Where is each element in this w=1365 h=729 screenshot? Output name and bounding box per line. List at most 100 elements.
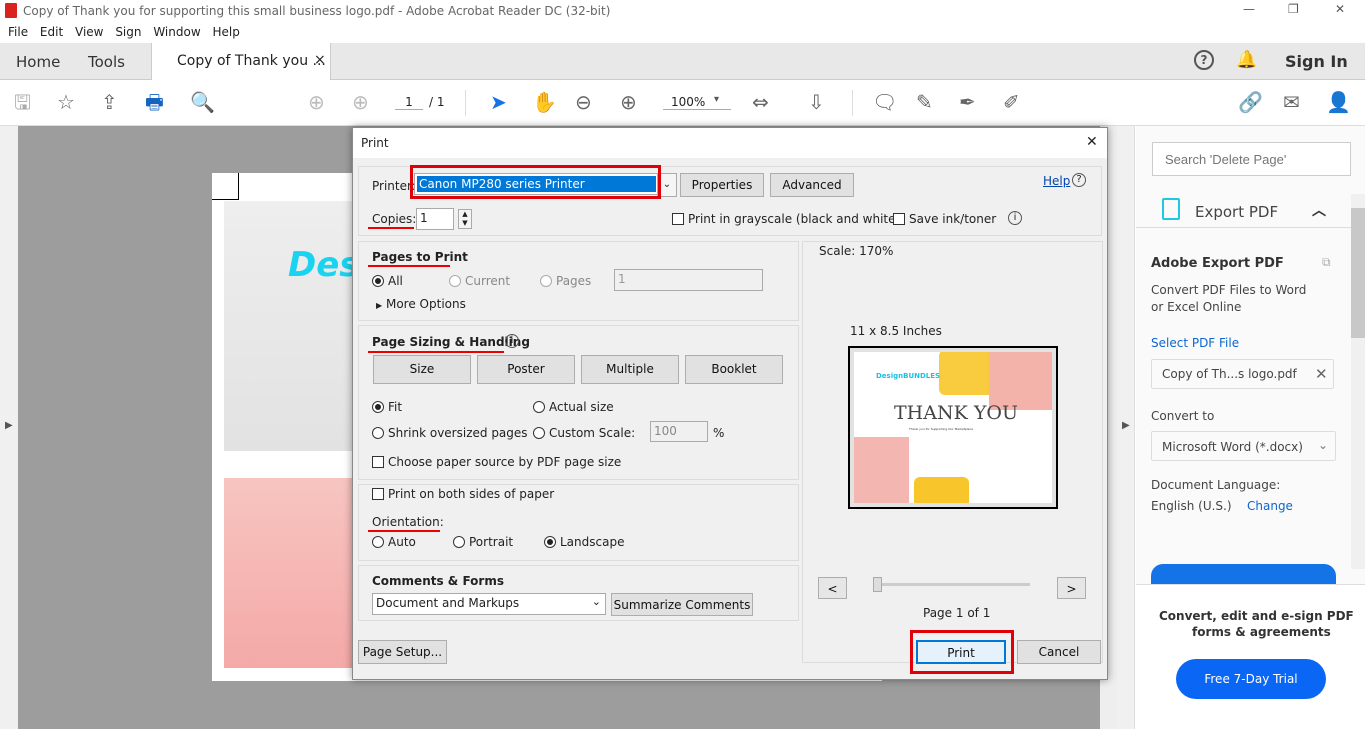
sign-in-link[interactable]: Sign In bbox=[1285, 52, 1348, 71]
change-language-link[interactable]: Change bbox=[1247, 499, 1293, 513]
zoom-in-icon[interactable]: ⊕ bbox=[620, 90, 637, 114]
more-options-toggle[interactable]: ▶ More Options bbox=[376, 297, 466, 311]
bookmark-star-icon[interactable]: ☆ bbox=[57, 90, 75, 114]
copies-input[interactable]: 1 bbox=[416, 208, 454, 230]
next-page-button[interactable]: > bbox=[1057, 577, 1086, 599]
radio-all[interactable]: All bbox=[372, 274, 403, 288]
minimize-button[interactable]: — bbox=[1243, 2, 1255, 16]
info-icon[interactable]: i bbox=[1008, 211, 1022, 225]
edit-document-icon[interactable]: ✐ bbox=[1003, 90, 1020, 114]
multiple-button[interactable]: Multiple bbox=[581, 355, 679, 384]
grayscale-checkbox[interactable] bbox=[672, 213, 684, 225]
convert-button[interactable] bbox=[1151, 564, 1336, 584]
size-button[interactable]: Size bbox=[373, 355, 471, 384]
search-zoom-icon[interactable]: 🔍 bbox=[190, 90, 215, 114]
paper-source-checkbox[interactable]: Choose paper source by PDF page size bbox=[372, 455, 621, 469]
summarize-comments-button[interactable]: Summarize Comments bbox=[611, 593, 753, 616]
menu-help[interactable]: Help bbox=[212, 25, 239, 39]
tab-bar: Home Tools Copy of Thank you ... × ? 🔔 S… bbox=[0, 43, 1365, 81]
chevron-down-icon[interactable]: ▾ bbox=[714, 94, 719, 105]
zoom-level-select[interactable]: 100% bbox=[663, 95, 731, 110]
bell-icon[interactable]: 🔔 bbox=[1236, 50, 1257, 70]
highlight-pen-icon[interactable]: ✎ bbox=[916, 90, 933, 114]
hand-tool-icon[interactable]: ✋ bbox=[532, 90, 557, 114]
right-panel-scrollbar[interactable] bbox=[1351, 194, 1365, 569]
menu-bar: File Edit View Sign Window Help bbox=[0, 22, 1365, 42]
cancel-button[interactable]: Cancel bbox=[1017, 640, 1101, 664]
remove-file-icon[interactable]: ✕ bbox=[1315, 365, 1328, 383]
help-icon[interactable]: ? bbox=[1194, 50, 1214, 70]
collapse-chevron-icon[interactable]: ︿ bbox=[1312, 200, 1326, 220]
sign-pen-icon[interactable]: ✒ bbox=[959, 90, 976, 114]
right-panel-toggle[interactable]: ▶ bbox=[1117, 126, 1135, 729]
radio-custom-scale[interactable]: Custom Scale: bbox=[533, 426, 635, 440]
dialog-close-button[interactable]: ✕ bbox=[1086, 134, 1098, 150]
scroll-mode-icon[interactable]: ⇩ bbox=[808, 90, 825, 114]
annotation-box-printer bbox=[410, 165, 661, 199]
poster-button[interactable]: Poster bbox=[477, 355, 575, 384]
help-icon[interactable]: ? bbox=[1072, 173, 1086, 187]
left-panel-toggle[interactable]: ▶ bbox=[0, 126, 18, 729]
radio-fit[interactable]: Fit bbox=[372, 400, 402, 414]
radio-shrink[interactable]: Shrink oversized pages bbox=[372, 426, 528, 440]
tab-tools[interactable]: Tools bbox=[88, 53, 125, 71]
page-number-input[interactable]: 1 bbox=[395, 95, 423, 110]
select-pdf-file-link[interactable]: Select PDF File bbox=[1151, 336, 1239, 350]
export-pdf-icon bbox=[1162, 198, 1180, 220]
restore-button[interactable]: ❐ bbox=[1288, 2, 1299, 16]
share-link-icon[interactable]: 🔗 bbox=[1238, 90, 1263, 114]
menu-window[interactable]: Window bbox=[153, 25, 200, 39]
expand-left-icon[interactable]: ▶ bbox=[5, 420, 13, 431]
radio-landscape[interactable]: Landscape bbox=[544, 535, 624, 549]
email-icon[interactable]: ✉ bbox=[1283, 90, 1300, 114]
tab-document[interactable]: Copy of Thank you ... × bbox=[151, 43, 331, 81]
comments-forms-heading: Comments & Forms bbox=[372, 574, 504, 588]
custom-scale-input[interactable]: 100 bbox=[650, 421, 708, 442]
advanced-button[interactable]: Advanced bbox=[770, 173, 854, 197]
collapse-right-icon[interactable]: ▶ bbox=[1122, 420, 1130, 431]
previous-page-button[interactable]: < bbox=[818, 577, 847, 599]
radio-auto[interactable]: Auto bbox=[372, 535, 416, 549]
radio-portrait[interactable]: Portrait bbox=[453, 535, 513, 549]
save-icon[interactable]: 🖫 bbox=[14, 90, 31, 114]
annotation-underline bbox=[368, 227, 414, 229]
menu-edit[interactable]: Edit bbox=[40, 25, 63, 39]
comments-select[interactable]: Document and Markups ⌄ bbox=[372, 593, 606, 615]
next-page-icon[interactable]: ⊕ bbox=[352, 90, 369, 114]
format-dropdown[interactable]: Microsoft Word (*.docx) ⌄ bbox=[1151, 431, 1336, 461]
radio-actual-size[interactable]: Actual size bbox=[533, 400, 614, 414]
copies-spinner[interactable]: ▲ ▼ bbox=[458, 209, 472, 229]
upload-cloud-icon[interactable]: ⇪ bbox=[101, 90, 118, 114]
booklet-button[interactable]: Booklet bbox=[685, 355, 783, 384]
select-cursor-icon[interactable]: ➤ bbox=[490, 90, 507, 114]
zoom-out-icon[interactable]: ⊖ bbox=[575, 90, 592, 114]
export-pdf-header[interactable]: Export PDF ︿ bbox=[1136, 188, 1351, 228]
pages-range-input[interactable]: 1 bbox=[614, 269, 763, 291]
scale-label: Scale: 170% bbox=[819, 244, 894, 258]
menu-file[interactable]: File bbox=[8, 25, 28, 39]
add-user-icon[interactable]: 👤 bbox=[1326, 90, 1351, 114]
close-window-button[interactable]: ✕ bbox=[1335, 2, 1345, 16]
save-ink-checkbox[interactable] bbox=[893, 213, 905, 225]
menu-view[interactable]: View bbox=[75, 25, 103, 39]
radio-pages[interactable]: Pages bbox=[540, 274, 591, 288]
export-description: Convert PDF Files to Word bbox=[1151, 283, 1307, 297]
free-trial-button[interactable]: Free 7-Day Trial bbox=[1176, 659, 1326, 699]
comment-icon[interactable]: 🗨 bbox=[872, 90, 897, 114]
tab-home[interactable]: Home bbox=[16, 53, 60, 71]
export-pdf-title: Export PDF bbox=[1195, 203, 1279, 221]
properties-button[interactable]: Properties bbox=[680, 173, 764, 197]
print-icon[interactable]: 🖶 bbox=[145, 90, 164, 114]
radio-current[interactable]: Current bbox=[449, 274, 510, 288]
fit-page-icon[interactable]: ⇔ bbox=[752, 90, 769, 114]
help-link[interactable]: Help bbox=[1043, 174, 1070, 188]
page-setup-button[interactable]: Page Setup... bbox=[358, 640, 447, 664]
thumbnail-subtitle: Thank you for Supporting Our Marketplace bbox=[909, 427, 973, 431]
info-icon[interactable]: i bbox=[505, 334, 519, 348]
close-tab-icon[interactable]: × bbox=[314, 52, 326, 68]
page-slider[interactable] bbox=[873, 577, 1030, 592]
previous-page-icon[interactable]: ⊕ bbox=[308, 90, 325, 114]
both-sides-checkbox[interactable]: Print on both sides of paper bbox=[372, 487, 554, 501]
menu-sign[interactable]: Sign bbox=[115, 25, 141, 39]
tool-search-input[interactable] bbox=[1152, 142, 1351, 176]
